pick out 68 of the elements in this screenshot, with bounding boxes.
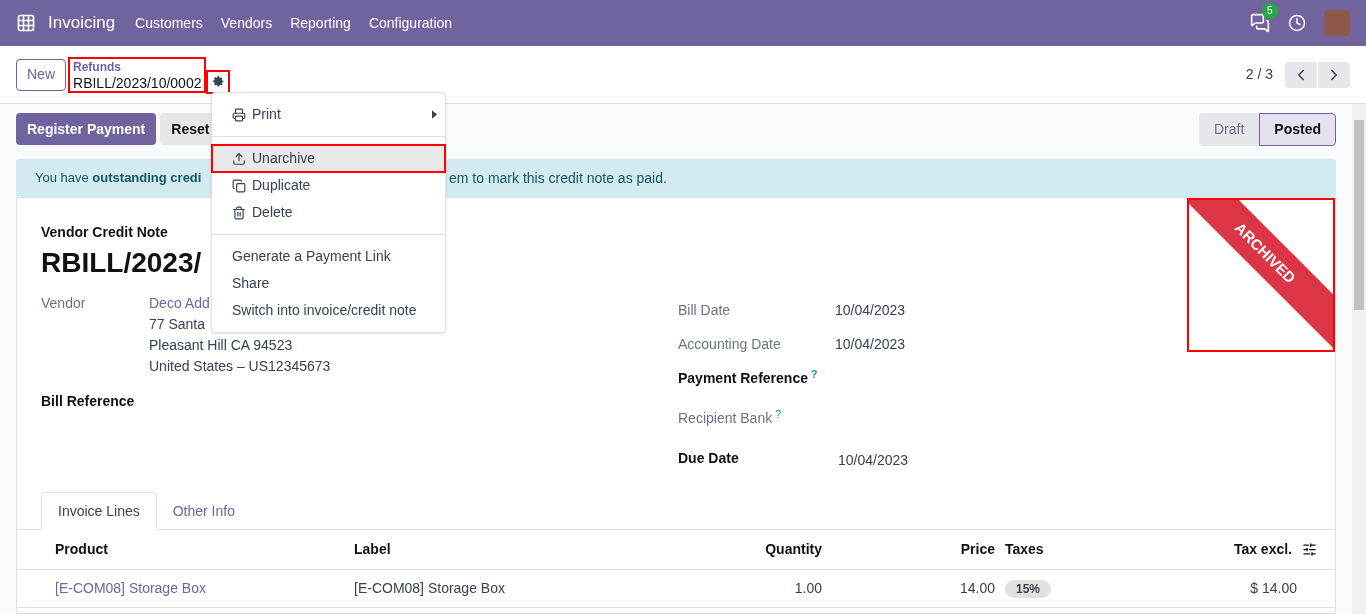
dropdown-menu-item[interactable]: Duplicate <box>212 172 445 199</box>
field-value: 10/04/2023 <box>838 451 909 470</box>
new-button[interactable]: New <box>16 58 66 91</box>
app-name[interactable]: Invoicing <box>48 10 116 36</box>
address-line: 77 Santa <box>149 315 206 334</box>
settings-button[interactable] <box>208 71 229 92</box>
address-line: United States – US12345673 <box>149 357 331 376</box>
table-cell-text: [E-COM08] Storage Box <box>354 579 506 598</box>
breadcrumb-link[interactable]: Refunds <box>73 58 202 75</box>
previous-button[interactable] <box>1285 61 1317 88</box>
help-mark[interactable]: ? <box>810 367 818 380</box>
status-step[interactable]: Posted <box>1259 112 1336 146</box>
column-header: Tax excl. <box>1232 540 1292 559</box>
vendor-link[interactable]: Deco Add <box>149 293 210 314</box>
dropdown-menu-item[interactable]: Generate a Payment Link <box>212 243 445 270</box>
field-label: Due Date <box>678 450 739 466</box>
submenu-caret-icon <box>432 110 437 119</box>
address-line: Pleasant Hill CA 94523 <box>149 336 293 355</box>
apps-grid-icon[interactable] <box>16 13 36 33</box>
field-label: Accounting Date <box>678 336 781 352</box>
navbar-menu-link[interactable]: Vendors <box>220 12 273 34</box>
field-label: Recipient Bank $^{?}$ <box>678 410 781 426</box>
upload-icon <box>232 151 246 166</box>
navbar-menu-link[interactable]: Customers <box>135 12 203 34</box>
table-cell-text: 1.00 <box>793 579 822 598</box>
dropdown-menu-item[interactable]: Delete <box>212 199 445 226</box>
table-cell-text: $ 14.00 <box>1249 579 1297 598</box>
form-tab[interactable]: Other Info <box>156 492 251 530</box>
table-cell-text: 14.00 <box>958 579 995 598</box>
help-mark[interactable]: ? <box>775 407 781 420</box>
column-header: Product <box>55 540 109 559</box>
status-step[interactable]: Draft <box>1198 112 1260 146</box>
pager-value: 2 / 3 <box>1245 65 1273 84</box>
document-type: Vendor Credit Note <box>41 223 169 242</box>
banner-text: em to mark this credit note as paid. <box>449 168 667 188</box>
field-value: 10/04/2023 <box>835 335 906 354</box>
field-label: Bill Reference <box>41 392 135 411</box>
scrollbar-thumb[interactable] <box>1354 120 1364 310</box>
dropdown-menu-item[interactable]: Switch into invoice/credit note <box>212 297 445 324</box>
register-payment-button[interactable]: Register Payment <box>16 113 157 145</box>
banner-text: You have outstanding credi <box>35 170 202 186</box>
scrollbar[interactable] <box>1352 104 1366 614</box>
settings-icon <box>211 75 225 88</box>
dropdown-menu-item[interactable]: Share <box>212 270 445 297</box>
chat-icon[interactable] <box>1250 13 1270 33</box>
trash-icon <box>232 205 246 220</box>
column-header: Taxes <box>1004 540 1045 559</box>
record-name: RBILL/2023/10/0002 <box>73 74 202 91</box>
column-header: Price <box>959 540 995 559</box>
navbar-menu-link[interactable]: Reporting <box>290 12 351 34</box>
table-cell[interactable]: [E-COM08] Storage Box <box>55 578 354 599</box>
next-button[interactable] <box>1318 61 1350 88</box>
field-label: Vendor <box>41 294 87 313</box>
field-label: Bill Date <box>678 302 731 318</box>
tax-tag: 15% <box>1005 580 1052 598</box>
column-header: Label <box>354 540 392 559</box>
form-tab[interactable]: Invoice Lines <box>41 492 157 530</box>
field-label: Payment Reference $^{?}$ <box>678 370 818 386</box>
clock-icon[interactable] <box>1288 14 1306 32</box>
copy-icon <box>232 178 246 193</box>
message-count-badge: 5 <box>1262 3 1278 19</box>
dropdown-menu-item[interactable]: Unarchive <box>212 145 445 172</box>
document-title: RBILL/2023/ <box>41 246 202 280</box>
field-value: 10/04/2023 <box>835 301 906 320</box>
column-header: Quantity <box>764 540 822 559</box>
column-settings-icon[interactable] <box>1302 542 1317 557</box>
printer-icon <box>232 107 246 122</box>
navbar-menu-link[interactable]: Configuration <box>368 12 453 34</box>
